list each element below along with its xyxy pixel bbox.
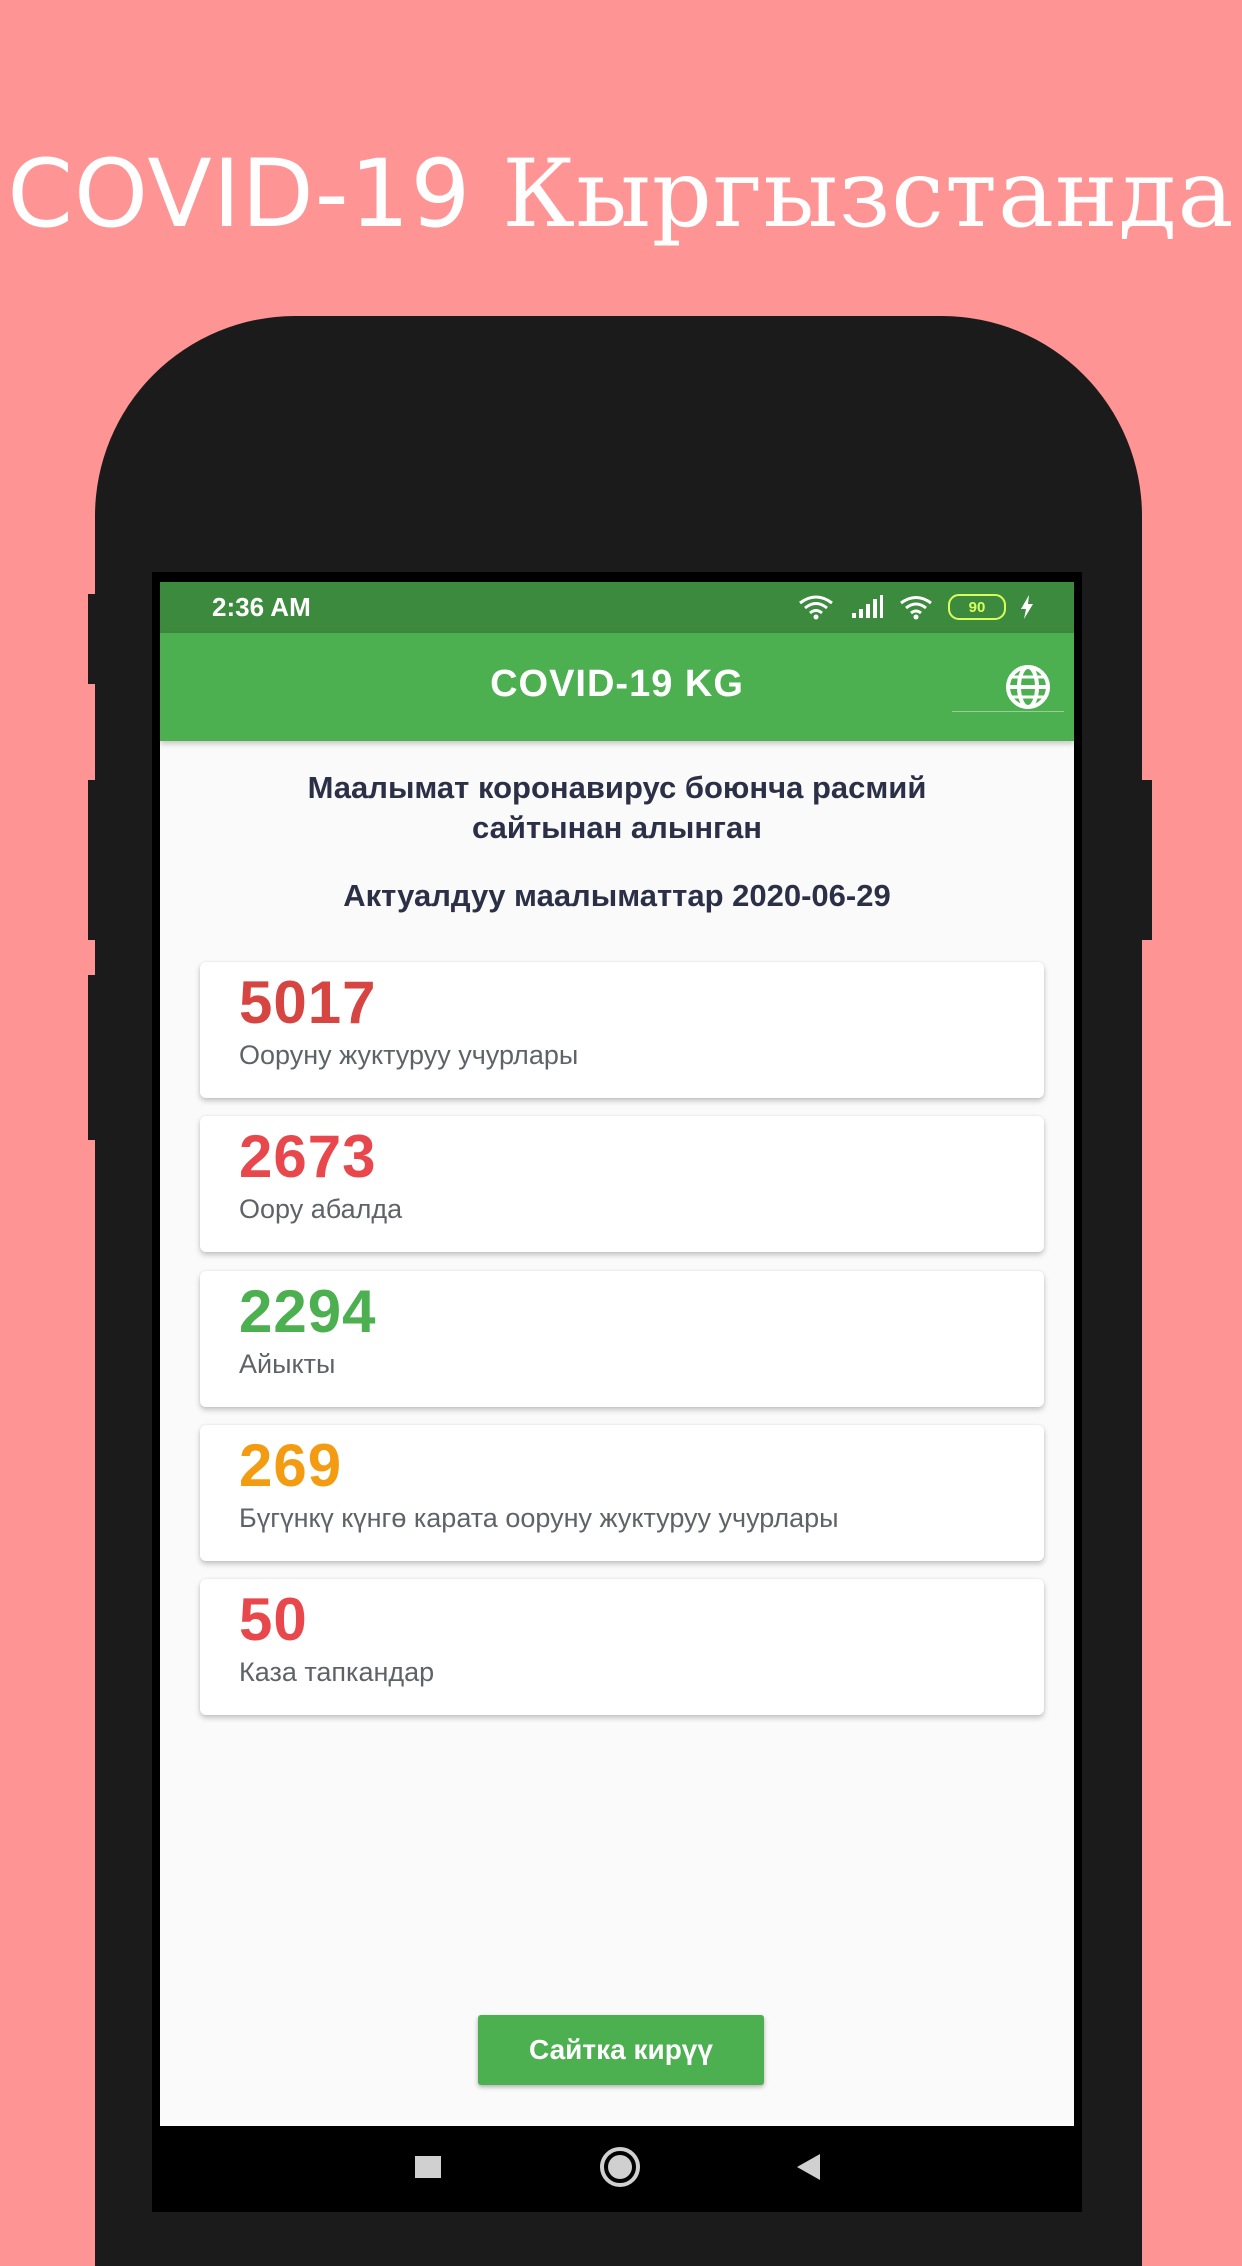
stat-card-total: 5017 Ооруну жуктуруу учурлары: [200, 962, 1044, 1098]
promo-title: COVID-19 Кыргызстанда: [0, 140, 1242, 250]
phone-side-button: [88, 975, 102, 1140]
source-info-line2: сайтынан алынган: [472, 810, 762, 845]
app-bar: COVID-19 KG: [160, 633, 1074, 741]
source-info: Маалымат коронавирус боюнча расмий сайты…: [160, 768, 1074, 848]
charging-icon: [1021, 595, 1033, 619]
status-time: 2:36 AM: [212, 592, 311, 622]
phone-side-button: [88, 594, 102, 684]
promo-title-latin: COVID-19: [7, 140, 472, 249]
source-info-line1: Маалымат коронавирус боюнча расмий: [307, 770, 927, 805]
back-button[interactable]: [769, 2126, 849, 2208]
stat-value: 5017: [239, 969, 377, 1036]
stat-label: Ооруну жуктуруу учурлары: [239, 1040, 579, 1070]
stat-card-today: 269 Бүгүнкү күнгө карата ооруну жуктуруу…: [200, 1425, 1044, 1561]
navigation-bar: [152, 2126, 1082, 2208]
stat-value: 2673: [239, 1123, 377, 1190]
globe-icon[interactable]: [1004, 663, 1052, 711]
phone-side-button: [1138, 780, 1152, 940]
triangle-back-icon: [797, 2154, 820, 2180]
stat-value: 269: [239, 1432, 343, 1499]
stat-label: Каза тапкандар: [239, 1657, 435, 1687]
language-selector[interactable]: [952, 633, 1064, 712]
wifi-icon: [900, 596, 932, 620]
battery-icon: 90: [948, 594, 1006, 620]
stat-card-deaths: 50 Каза тапкандар: [200, 1579, 1044, 1715]
visit-site-button[interactable]: Сайтка кирүү: [478, 2015, 764, 2085]
status-icons: 90: [796, 590, 1034, 624]
stat-card-active: 2673 Оору абалда: [200, 1116, 1044, 1252]
stat-label: Бүгүнкү күнгө карата ооруну жуктуруу учу…: [239, 1503, 839, 1533]
stat-value: 50: [239, 1586, 308, 1653]
app-screen: 2:36 AM 90 COVID-19 KG Маалымат коронави…: [160, 582, 1074, 2126]
square-icon: [415, 2156, 441, 2178]
promo-title-cyrillic: Кыргызстанда: [502, 140, 1235, 249]
stat-label: Оору абалда: [239, 1194, 403, 1224]
stat-value: 2294: [239, 1278, 377, 1345]
status-bar: 2:36 AM 90: [160, 582, 1074, 633]
updated-date: Актуалдуу маалыматтар 2020-06-29: [343, 878, 891, 913]
stat-card-recovered: 2294 Айыкты: [200, 1271, 1044, 1407]
recents-button[interactable]: [388, 2126, 468, 2208]
signal-icon: [852, 595, 883, 618]
stat-label: Айыкты: [239, 1349, 336, 1379]
app-title: COVID-19 KG: [490, 663, 744, 705]
circle-icon: [600, 2147, 640, 2187]
phone-side-button: [88, 780, 102, 940]
wifi-icon: [799, 595, 833, 620]
home-button[interactable]: [580, 2126, 660, 2208]
